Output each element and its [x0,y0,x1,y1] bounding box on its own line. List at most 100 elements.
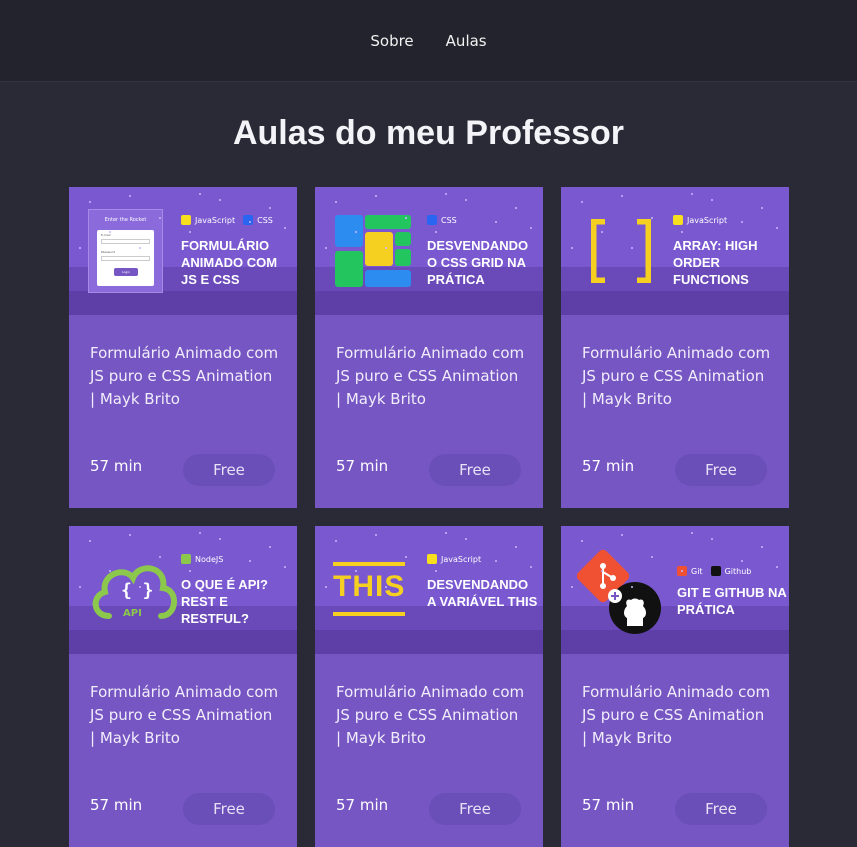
tech-tags: Git Github [677,566,751,576]
star-decoration [761,546,763,548]
star-decoration [79,247,81,249]
star-decoration [199,193,201,195]
thumbnail-title: Desvendando a variável this [427,577,538,609]
star-decoration [776,566,778,568]
form-heading: Enter the Rocket [104,217,147,223]
lesson-card[interactable]: CSS Desvendando o CSS Grid na prática Fo… [315,187,543,508]
star-decoration [711,199,713,201]
star-decoration [385,586,387,588]
lesson-thumbnail[interactable]: CSS Desvendando o CSS Grid na prática [315,187,543,315]
tech-tag-label: CSS [257,215,273,225]
lesson-thumbnail[interactable]: Git Github Git e Github na prática [561,526,789,654]
star-decoration [355,570,357,572]
lesson-card[interactable]: { } API NodeJS O que é API? Rest e Restf… [69,526,297,847]
lesson-duration: 57 min [582,457,635,475]
tech-tag: JavaScript [673,215,727,225]
free-badge-button[interactable]: Free [429,454,521,486]
star-decoration [581,201,583,203]
thumbnail-title: Desvendando o CSS Grid na prática [427,238,529,287]
css-icon [243,215,254,225]
lesson-card[interactable]: Git Github Git e Github na prática Formu… [561,526,789,847]
star-decoration [189,231,191,233]
api-label: API [123,608,142,619]
lesson-grid: Enter the Rocket E-mail Password Login J… [69,187,789,847]
star-decoration [109,570,111,572]
star-decoration [465,199,467,201]
top-nav: Sobre Aulas [0,0,857,82]
star-decoration [355,231,357,233]
star-decoration [776,227,778,229]
ground-band [69,291,297,315]
star-decoration [129,534,131,536]
lesson-title[interactable]: Formulário Animado com JS puro e CSS Ani… [90,342,280,411]
star-decoration [530,566,532,568]
lesson-card[interactable]: THIS JavaScript Desvendando a variável t… [315,526,543,847]
star-decoration [761,207,763,209]
free-badge-button[interactable]: Free [183,793,275,825]
free-badge-button[interactable]: Free [675,454,767,486]
star-decoration [651,217,653,219]
tech-tag: CSS [427,215,457,225]
css-grid-illustration [335,215,411,287]
git-github-illustration [576,549,661,634]
ground-band [315,630,543,654]
star-decoration [159,556,161,558]
star-decoration [405,217,407,219]
star-decoration [129,195,131,197]
star-decoration [631,247,633,249]
nav-link-sobre[interactable]: Sobre [370,32,413,50]
star-decoration [530,227,532,229]
star-decoration [681,231,683,233]
lesson-thumbnail[interactable]: THIS JavaScript Desvendando a variável t… [315,526,543,654]
this-keyword-art: THIS [333,560,409,618]
tech-tag-label: JavaScript [441,554,482,564]
lesson-card[interactable]: Enter the Rocket E-mail Password Login J… [69,187,297,508]
lesson-title[interactable]: Formulário Animado com JS puro e CSS Ani… [582,342,772,411]
thumbnail-title: O que é API? Rest e Restful? [181,577,268,626]
tech-tag: Github [710,566,751,576]
lesson-duration: 57 min [90,796,143,814]
lesson-title[interactable]: Formulário Animado com JS puro e CSS Ani… [582,681,772,750]
star-decoration [621,534,623,536]
star-decoration [435,570,437,572]
star-decoration [621,195,623,197]
star-decoration [711,538,713,540]
ground-band [69,630,297,654]
form-illustration: Enter the Rocket E-mail Password Login [88,209,163,293]
lesson-duration: 57 min [336,457,389,475]
star-decoration [681,570,683,572]
star-decoration [284,227,286,229]
lesson-title[interactable]: Formulário Animado com JS puro e CSS Ani… [90,681,280,750]
tech-tag-label: JavaScript [687,215,728,225]
star-decoration [199,532,201,534]
tech-tag-label: JavaScript [195,215,236,225]
star-decoration [325,586,327,588]
star-decoration [631,586,633,588]
lesson-thumbnail[interactable]: JavaScript Array: High Order Functions [561,187,789,315]
lesson-thumbnail[interactable]: { } API NodeJS O que é API? Rest e Restf… [69,526,297,654]
star-decoration [159,217,161,219]
free-badge-button[interactable]: Free [183,454,275,486]
lesson-title[interactable]: Formulário Animado com JS puro e CSS Ani… [336,342,526,411]
tech-tag: JavaScript [427,554,481,564]
star-decoration [335,201,337,203]
star-decoration [109,231,111,233]
star-decoration [691,532,693,534]
lesson-thumbnail[interactable]: Enter the Rocket E-mail Password Login J… [69,187,297,315]
ground-band [561,291,789,315]
free-badge-button[interactable]: Free [429,793,521,825]
js-icon [427,554,437,564]
star-decoration [375,195,377,197]
star-decoration [405,556,407,558]
lesson-title[interactable]: Formulário Animado com JS puro e CSS Ani… [336,681,526,750]
tech-tag: JavaScript [181,215,235,225]
tech-tags: NodeJS [181,554,223,564]
nav-link-aulas[interactable]: Aulas [446,32,487,50]
tech-tag-label: Git [691,566,703,576]
lesson-card[interactable]: JavaScript Array: High Order Functions F… [561,187,789,508]
brackets-icon [591,219,651,283]
star-decoration [651,556,653,558]
star-decoration [335,540,337,542]
tech-tag: CSS [243,215,273,225]
free-badge-button[interactable]: Free [675,793,767,825]
